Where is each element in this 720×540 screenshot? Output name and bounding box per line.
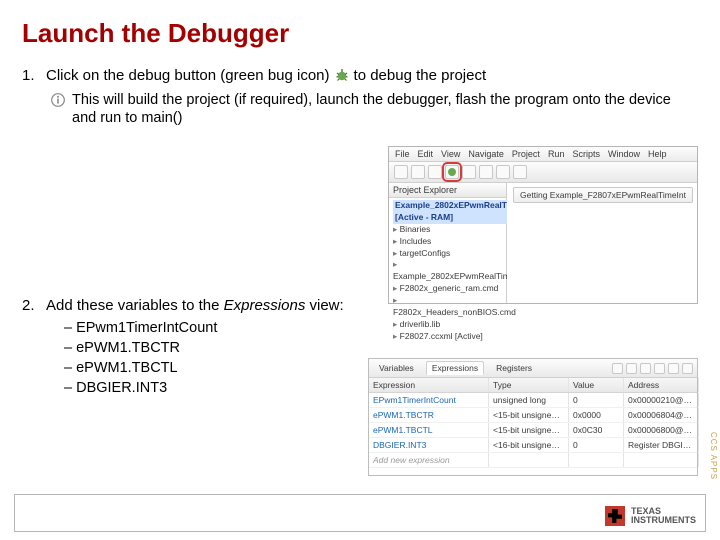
col-value: Value — [569, 378, 624, 392]
toolbar-button[interactable] — [496, 165, 510, 179]
tree-node[interactable]: Includes — [393, 236, 502, 248]
ide-screenshot: File Edit View Navigate Project Run Scri… — [388, 146, 698, 304]
cell-type: <15-bit unsigned i… — [489, 423, 569, 437]
panel-tool-icon[interactable] — [626, 363, 637, 374]
cell-address: 0x00000210@Data — [624, 393, 699, 407]
cell-value: 0x0C30 — [569, 423, 624, 437]
step-1-sub: This will build the project (if required… — [50, 91, 698, 127]
expression-row[interactable]: ePWM1.TBCTL <15-bit unsigned i… 0x0C30 0… — [369, 423, 697, 438]
cell-address: 0x00006800@Data — [624, 423, 699, 437]
tree-node[interactable]: driverlib.lib — [393, 319, 502, 331]
new-button[interactable] — [394, 165, 408, 179]
col-expression: Expression — [369, 378, 489, 392]
menu-item[interactable]: Run — [548, 149, 565, 159]
save-button[interactable] — [411, 165, 425, 179]
cell-value: 0x0000 — [569, 408, 624, 422]
cell-type: unsigned long — [489, 393, 569, 407]
tree-node[interactable]: F2802x_Headers_nonBIOS.cmd — [393, 295, 502, 319]
toolbar-button[interactable] — [479, 165, 493, 179]
panel-tool-icon[interactable] — [682, 363, 693, 374]
cell-address: Register DBGIER bit 2 — [624, 438, 699, 452]
debug-button[interactable] — [445, 165, 459, 179]
panel-tool-icon[interactable] — [668, 363, 679, 374]
panel-tool-icon[interactable] — [654, 363, 665, 374]
step-2-number: 2. — [22, 297, 46, 314]
footer-box — [14, 494, 706, 532]
tree-node[interactable]: Binaries — [393, 224, 502, 236]
tree-node[interactable]: targetConfigs — [393, 248, 502, 260]
step-1-text-after: to debug the project — [354, 67, 487, 84]
build-button[interactable] — [428, 165, 442, 179]
expressions-header-row: Expression Type Value Address — [369, 378, 697, 393]
ti-logo-line2: INSTRUMENTS — [631, 516, 696, 525]
step-2-text-before: Add these variables to the — [46, 297, 224, 314]
cell-type: <16-bit unsigned i… — [489, 438, 569, 452]
tree-node[interactable]: F28027.ccxml [Active] — [393, 331, 502, 343]
panel-tool-icon[interactable] — [640, 363, 651, 374]
ti-logo: TEXAS INSTRUMENTS — [605, 506, 696, 526]
project-explorer: Project Explorer Example_2802xEPwmRealTi… — [389, 183, 507, 303]
menu-item[interactable]: Window — [608, 149, 640, 159]
cell-expression: ePWM1.TBCTL — [369, 423, 489, 437]
slide-title: Launch the Debugger — [22, 18, 698, 49]
add-expression-row[interactable]: Add new expression — [369, 453, 697, 468]
tree-node[interactable]: F2802x_generic_ram.cmd — [393, 283, 502, 295]
cell-expression: DBGIER.INT3 — [369, 438, 489, 452]
step-2-text-after: view: — [305, 297, 343, 314]
info-icon — [50, 92, 66, 113]
variable-item: EPwm1TimerIntCount — [64, 320, 698, 336]
step-2-italic: Expressions — [224, 297, 306, 314]
expression-row[interactable]: DBGIER.INT3 <16-bit unsigned i… 0 Regist… — [369, 438, 697, 453]
variable-item: ePWM1.TBCTR — [64, 340, 698, 356]
cell-type: <15-bit unsigned i… — [489, 408, 569, 422]
panel-tool-icon[interactable] — [612, 363, 623, 374]
menu-item[interactable]: Scripts — [572, 149, 600, 159]
step-1-sub-text: This will build the project (if required… — [72, 91, 698, 127]
menu-item[interactable]: Project — [512, 149, 540, 159]
menu-item[interactable]: Edit — [418, 149, 434, 159]
cell-address: 0x00006804@Data — [624, 408, 699, 422]
perspective-button[interactable]: Getting Example_F2807xEPwmRealTimeInt — [513, 187, 693, 203]
menu-item[interactable]: Help — [648, 149, 667, 159]
toolbar-button[interactable] — [462, 165, 476, 179]
ti-chip-icon — [605, 506, 625, 526]
tab-registers[interactable]: Registers — [490, 361, 538, 375]
bug-icon — [334, 67, 350, 87]
expressions-panel: Variables Expressions Registers Expressi… — [368, 358, 698, 476]
col-address: Address — [624, 378, 699, 392]
col-type: Type — [489, 378, 569, 392]
step-1-text-before: Click on the debug button (green bug ico… — [46, 67, 330, 84]
ide-menubar: File Edit View Navigate Project Run Scri… — [389, 147, 697, 162]
expression-row[interactable]: EPwm1TimerIntCount unsigned long 0 0x000… — [369, 393, 697, 408]
add-expression-label: Add new expression — [369, 453, 489, 467]
tree-node[interactable]: Example_2802xEPwmRealTimeInt.c — [393, 259, 502, 283]
cell-value: 0 — [569, 438, 624, 452]
menu-item[interactable]: File — [395, 149, 410, 159]
side-label: CCS APPS — [709, 432, 718, 480]
tab-expressions[interactable]: Expressions — [426, 361, 484, 375]
toolbar-button[interactable] — [513, 165, 527, 179]
project-explorer-header: Project Explorer — [389, 183, 506, 198]
expression-row[interactable]: ePWM1.TBCTR <15-bit unsigned i… 0x0000 0… — [369, 408, 697, 423]
tab-variables[interactable]: Variables — [373, 361, 420, 375]
ide-toolbar — [389, 162, 697, 183]
cell-value: 0 — [569, 393, 624, 407]
menu-item[interactable]: Navigate — [468, 149, 504, 159]
step-1: 1. Click on the debug button (green bug … — [22, 67, 698, 87]
step-1-number: 1. — [22, 67, 46, 84]
cell-expression: ePWM1.TBCTR — [369, 408, 489, 422]
menu-item[interactable]: View — [441, 149, 460, 159]
cell-expression: EPwm1TimerIntCount — [369, 393, 489, 407]
